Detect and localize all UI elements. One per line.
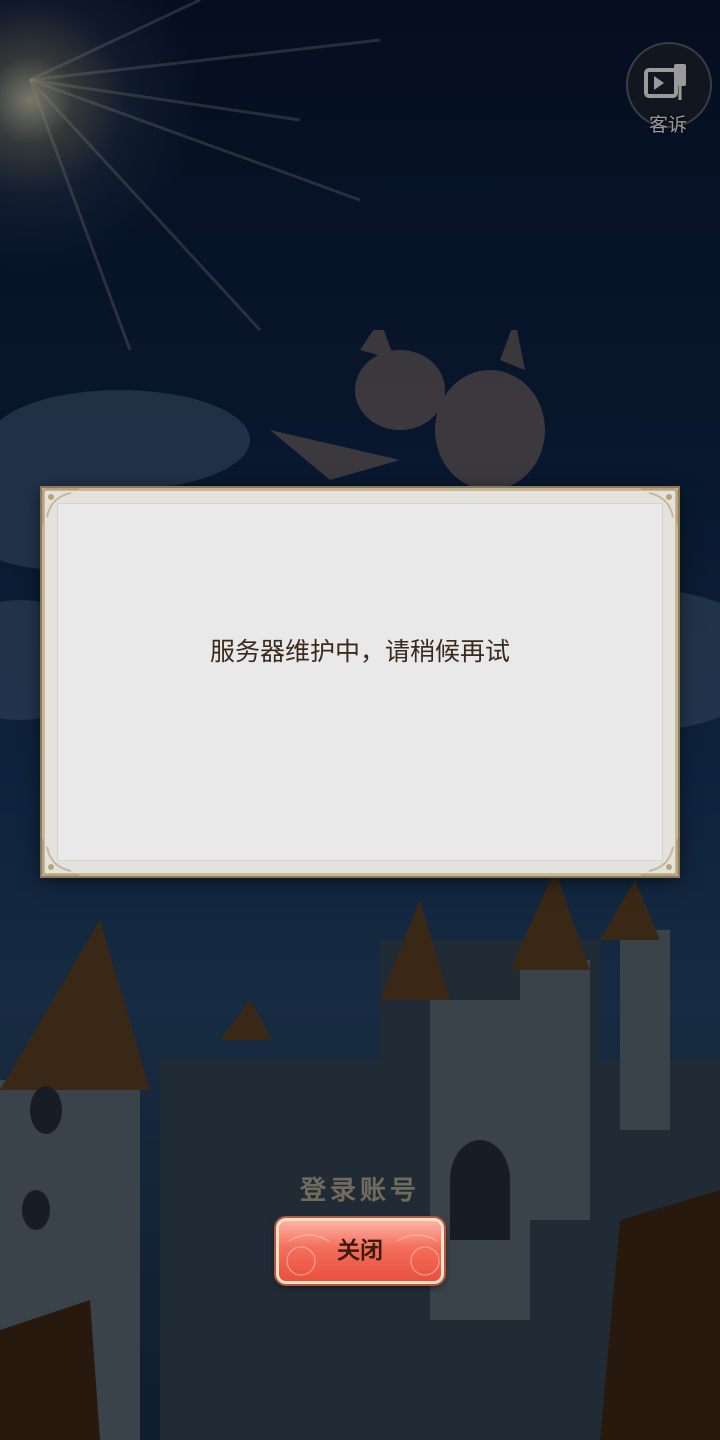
complain-label: 客诉 — [648, 114, 687, 136]
corner-ornament-icon — [42, 839, 79, 876]
complain-button[interactable]: 客诉 — [626, 42, 712, 136]
megaphone-icon — [644, 64, 686, 100]
corner-ornament-icon — [641, 488, 678, 525]
maintenance-dialog: 服务器维护中，请稍候再试 — [42, 488, 678, 876]
close-button-label: 关闭 — [337, 1238, 383, 1264]
dialog-message: 服务器维护中，请稍候再试 — [209, 637, 510, 666]
dialog-content-panel: 服务器维护中，请稍候再试 — [57, 503, 663, 861]
login-account-label: 登录账号 — [299, 1176, 420, 1206]
corner-ornament-icon — [42, 488, 79, 525]
close-button[interactable]: 关闭 — [276, 1218, 444, 1284]
corner-ornament-icon — [641, 839, 678, 876]
